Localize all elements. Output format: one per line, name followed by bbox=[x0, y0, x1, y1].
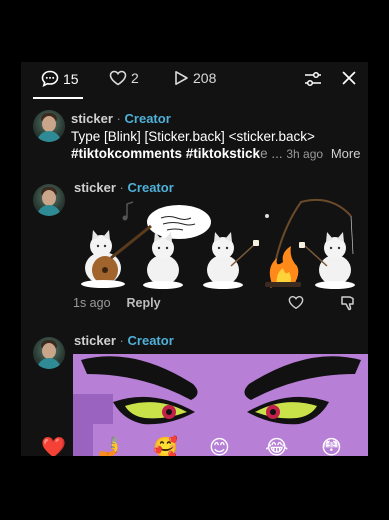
emoji-heart[interactable]: ❤️ bbox=[41, 436, 66, 456]
username: sticker bbox=[71, 111, 113, 126]
username: sticker bbox=[74, 180, 116, 195]
play-icon bbox=[175, 71, 188, 85]
comments-panel: 15 2 208 sticker · Creator Type [Blink] … bbox=[21, 62, 368, 456]
comment-time: 3h ago bbox=[286, 147, 324, 161]
emoji-heart-eyes[interactable]: 🥰 bbox=[153, 436, 178, 456]
avatar[interactable] bbox=[33, 184, 65, 216]
likes-count: 2 bbox=[131, 70, 139, 86]
comment-icon bbox=[41, 70, 59, 87]
dislike-icon[interactable] bbox=[340, 295, 356, 311]
reply-button[interactable]: Reply bbox=[127, 296, 161, 310]
separator: · bbox=[116, 111, 121, 126]
likes-tab[interactable]: 2 bbox=[109, 70, 139, 86]
comment-author[interactable]: sticker · Creator bbox=[71, 111, 171, 126]
comment-author[interactable]: sticker · Creator bbox=[74, 180, 174, 195]
avatar[interactable] bbox=[33, 110, 65, 142]
emoji-selfie[interactable]: 🤳 bbox=[97, 436, 122, 456]
creator-badge: Creator bbox=[127, 180, 174, 195]
emoji-reaction-bar: ❤️ 🤳 🥰 😊 😂 😳 bbox=[21, 436, 368, 456]
emoji-laugh[interactable]: 😂 bbox=[265, 436, 288, 456]
shares-count: 208 bbox=[193, 70, 217, 86]
comment-time: 1s ago bbox=[73, 296, 111, 310]
comment-text-line1: Type [Blink] [Sticker.back] <sticker.bac… bbox=[71, 129, 315, 144]
cat-sitting bbox=[143, 232, 183, 289]
separator: · bbox=[119, 180, 124, 195]
comments-topbar: 15 2 208 bbox=[21, 62, 368, 100]
hashtags[interactable]: #tiktokcomments #tiktokstick bbox=[71, 146, 260, 161]
active-tab-indicator bbox=[33, 97, 83, 99]
shares-tab[interactable]: 208 bbox=[173, 70, 216, 86]
like-heart-icon[interactable] bbox=[288, 295, 304, 310]
more-link[interactable]: More bbox=[331, 146, 361, 161]
cat-with-guitar bbox=[81, 224, 152, 288]
emoji-smile[interactable]: 😊 bbox=[209, 436, 230, 456]
heart-icon bbox=[109, 70, 127, 86]
filter-sliders-icon[interactable] bbox=[304, 71, 322, 87]
campfire bbox=[265, 246, 301, 287]
username: sticker bbox=[74, 333, 116, 348]
emoji-flushed[interactable]: 😳 bbox=[321, 436, 342, 456]
truncated-text: e ... bbox=[260, 146, 283, 161]
comment-meta: 1s ago Reply bbox=[73, 296, 161, 310]
separator: · bbox=[119, 333, 124, 348]
cat-roasting bbox=[203, 232, 259, 289]
cat-roasting-right bbox=[299, 232, 355, 289]
comment-text-line2: #tiktokcomments #tiktoksticke ... 3h ago… bbox=[71, 145, 361, 163]
comment-author[interactable]: sticker · Creator bbox=[74, 333, 174, 348]
cat-campfire-sticker[interactable] bbox=[71, 196, 363, 292]
creator-badge: Creator bbox=[127, 333, 174, 348]
close-icon[interactable] bbox=[342, 71, 356, 85]
comments-tab[interactable]: 15 bbox=[41, 70, 79, 87]
avatar[interactable] bbox=[33, 337, 65, 369]
comments-count: 15 bbox=[63, 70, 79, 87]
creator-badge: Creator bbox=[124, 111, 171, 126]
